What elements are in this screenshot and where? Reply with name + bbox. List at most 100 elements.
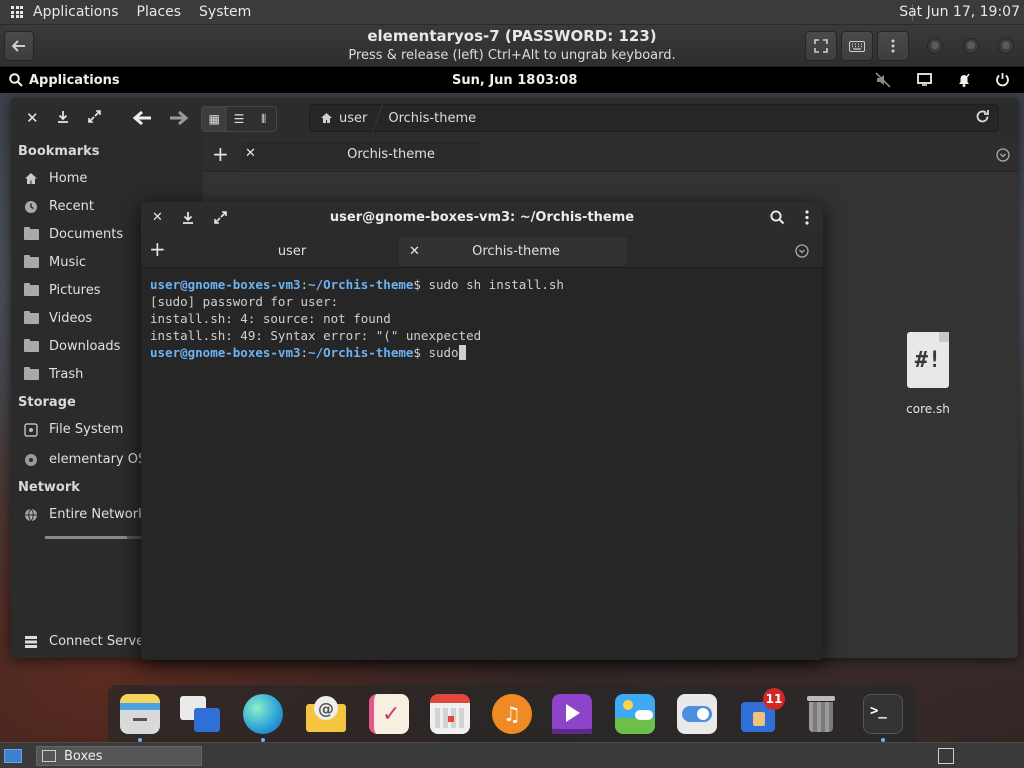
dock-tasks-icon[interactable]: ✓ [369,694,409,734]
file-manager-tab-label: Orchis-theme [347,147,435,162]
list-view-icon[interactable]: ☰ [227,107,252,131]
network-icon [23,508,39,522]
dock-multitasking-icon[interactable] [180,694,220,734]
guest-top-panel: Applications Sun, Jun 18 03:08 [0,67,1024,93]
folder-icon [23,311,39,326]
folder-icon [23,227,39,242]
storage-heading: Storage [18,395,76,410]
new-tab-plus-icon[interactable]: + [149,239,166,259]
disk-icon [23,422,39,437]
breadcrumb-user[interactable]: user [320,111,367,126]
show-desktop-icon[interactable] [4,749,22,763]
sidebar-item-recent[interactable]: Recent [23,199,94,214]
tab-menu-icon[interactable] [996,148,1010,166]
reload-icon[interactable] [975,109,990,128]
sidebar-item-entire-network[interactable]: Entire Network [23,507,146,522]
dock-photos-icon[interactable] [615,694,655,734]
minimize-button[interactable] [927,38,943,54]
go-forward-icon[interactable] [169,110,189,129]
tray-icon[interactable] [938,748,954,764]
view-mode-switcher: ▦ ☰ ⦀ [201,106,277,132]
dock-appcenter-icon[interactable]: 11 [739,688,785,734]
host-top-panel: Applications Places System Sat Jun 17, 1… [0,0,1024,25]
terminal-tab-user[interactable]: user [171,237,397,266]
dock-terminal-icon[interactable]: >_ [863,694,903,734]
close-window-icon[interactable]: ✕ [26,110,39,126]
host-menu-places[interactable]: Places [137,4,182,20]
prompt-user: user@gnome-boxes-vm3 [150,277,301,292]
sidebar-item-documents[interactable]: Documents [23,227,123,242]
dock-files-icon[interactable] [120,694,160,734]
grid-view-icon[interactable]: ▦ [202,107,227,131]
guest-time[interactable]: 03:08 [536,73,577,88]
power-icon[interactable] [995,72,1010,91]
fullscreen-button[interactable] [805,31,837,61]
dock-settings-icon[interactable] [677,694,717,734]
server-icon [23,635,39,649]
terminal-line: user@gnome-boxes-vm3:~/Orchis-theme$ sud… [150,277,564,292]
terminal-line: install.sh: 49: Syntax error: "(" unexpe… [150,328,482,343]
file-manager-tabbar: + ✕ Orchis-theme [203,138,1018,172]
dock-calendar-icon[interactable] [430,694,470,734]
breadcrumb-orchis-theme[interactable]: Orchis-theme [388,111,476,126]
recent-icon [23,200,39,214]
file-item-core-sh[interactable]: #! core.sh [903,332,953,416]
host-menu-applications[interactable]: Applications [33,4,119,20]
sidebar-item-label: Music [49,255,86,270]
host-menu-system[interactable]: System [199,4,251,20]
sidebar-item-home[interactable]: Home [23,171,87,186]
sidebar-item-trash[interactable]: Trash [23,367,83,382]
dock-browser-icon[interactable] [243,694,283,734]
home-icon [321,113,332,123]
notification-badge: 11 [763,688,785,710]
fullscreen-icon [814,39,828,53]
column-view-icon[interactable]: ⦀ [251,107,276,131]
sidebar-item-videos[interactable]: Videos [23,311,92,326]
close-button[interactable] [998,38,1014,54]
app-grid-icon[interactable] [11,6,23,18]
keyboard-button[interactable] [841,31,873,61]
search-icon [9,73,23,87]
sidebar-item-pictures[interactable]: Pictures [23,283,100,298]
sidebar-item-label: Videos [49,311,93,326]
terminal-headerbar: ✕ user@gnome-boxes-vm3: ~/Orchis-theme [141,202,823,234]
expand-icon[interactable] [88,110,101,126]
more-options-button[interactable] [877,31,909,61]
host-clock[interactable]: Sat Jun 17, 19:07 [899,4,1020,20]
terminal-output[interactable]: user@gnome-boxes-vm3:~/Orchis-theme$ sud… [150,276,814,652]
tab-menu-icon[interactable] [795,244,809,262]
breadcrumb-separator [372,104,384,132]
more-vertical-icon[interactable] [805,210,809,229]
go-back-icon[interactable] [132,110,152,129]
script-file-icon: #! [907,332,949,388]
terminal-line: user@gnome-boxes-vm3:~/Orchis-theme$ sud… [150,344,814,361]
file-manager-tab[interactable]: ✕ Orchis-theme [241,141,481,169]
maximize-button[interactable] [963,38,979,54]
sidebar-item-file-system[interactable]: File System [23,422,123,437]
screen-icon[interactable] [917,73,932,90]
dock-music-icon[interactable]: ♫ [492,694,532,734]
sidebar-item-label: Home [49,171,88,186]
window-icon [42,750,56,762]
dock-trash-icon[interactable] [801,694,841,734]
prompt-user: user@gnome-boxes-vm3 [150,345,301,360]
prompt-path: ~/Orchis-theme [308,345,414,360]
terminal-tab-orchis-theme[interactable]: ✕ Orchis-theme [399,237,627,266]
command-text: sudo sh install.sh [420,277,564,292]
guest-applications-label: Applications [29,72,120,88]
new-tab-plus-icon[interactable]: + [212,144,229,164]
command-text: sudo [420,345,459,360]
home-icon [23,172,39,186]
dock-videos-icon[interactable] [552,694,592,734]
sidebar-item-downloads[interactable]: Downloads [23,339,120,354]
sidebar-item-music[interactable]: Music [23,255,86,270]
dock: @ ✓ ♫ 11 >_ [108,685,916,742]
dock-mail-icon[interactable]: @ [306,694,346,734]
guest-date[interactable]: Sun, Jun 18 [452,73,535,88]
download-icon[interactable] [57,110,69,126]
notification-bell-icon[interactable] [956,72,972,92]
taskbar-item-boxes[interactable]: Boxes [36,746,202,766]
guest-applications-menu[interactable]: Applications [9,73,120,88]
muted-speaker-icon[interactable] [875,72,891,92]
search-icon[interactable] [770,210,785,229]
